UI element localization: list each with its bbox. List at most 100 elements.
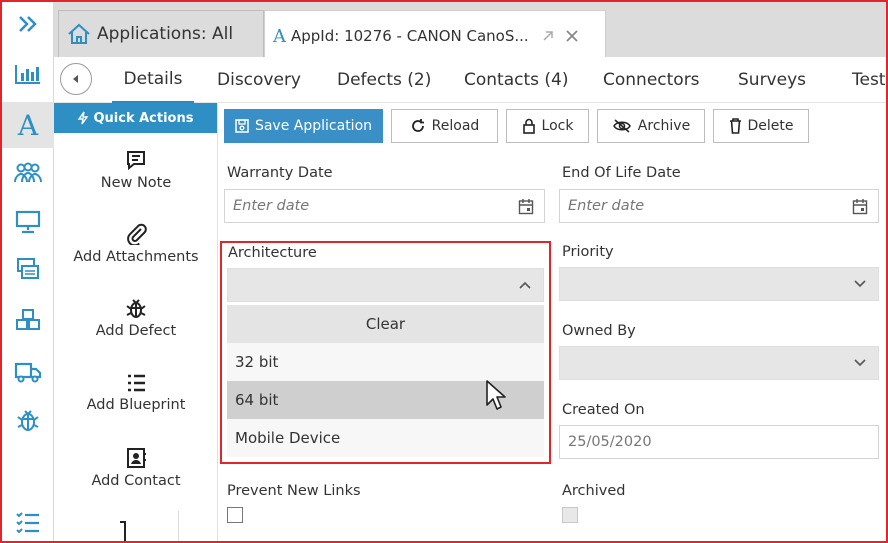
applications-icon[interactable]: A [2,102,54,148]
quick-actions-panel: Quick Actions New Note Add Attachments A… [54,103,218,541]
back-button[interactable] [60,63,92,95]
popout-icon[interactable] [541,29,555,43]
owned-by-label: Owned By [562,323,636,339]
calendar-icon[interactable] [852,198,868,215]
contact-icon [54,447,218,469]
paperclip-icon [54,223,218,245]
tab-discovery[interactable]: Discovery [217,57,301,103]
panel-divider [178,511,179,541]
tab-testing[interactable]: Testi [852,57,886,103]
checklist-icon[interactable] [2,502,54,541]
priority-select[interactable] [559,267,879,301]
delivery-truck-icon[interactable] [2,352,54,392]
eye-off-icon [612,119,631,133]
save-icon [235,119,249,133]
tab-applications-all[interactable]: Applications: All [58,10,264,57]
tab-connectors[interactable]: Connectors [603,57,700,103]
tab-defects[interactable]: Defects (2) [337,57,431,103]
prevent-new-links-checkbox[interactable] [227,507,243,523]
lock-button[interactable]: Lock [506,109,589,143]
add-blueprint-action[interactable]: Add Blueprint [54,373,218,413]
note-icon [54,149,218,171]
app-a-icon: A [273,25,286,47]
owned-by-select[interactable] [559,346,879,380]
delete-button[interactable]: Delete [713,109,809,143]
add-contact-action[interactable]: Add Contact [54,447,218,489]
lightning-icon [77,111,89,125]
quick-actions-title: Quick Actions [93,110,194,126]
reload-button[interactable]: Reload [391,109,498,143]
end-of-life-date-input[interactable]: Enter date [559,189,879,223]
quick-actions-header: Quick Actions [54,103,217,133]
list-icon [54,373,218,393]
packages-icon[interactable] [2,300,54,340]
reload-label: Reload [431,118,480,134]
back-arrow-icon [73,75,78,83]
detail-tab-strip: Details Discovery Defects (2) Contacts (… [54,57,886,103]
archive-button[interactable]: Archive [597,109,705,143]
save-label: Save Application [254,118,373,134]
architecture-select[interactable] [227,268,544,302]
lock-label: Lock [541,118,574,134]
archive-label: Archive [637,118,691,134]
delete-label: Delete [747,118,794,134]
architecture-label: Architecture [228,245,317,261]
left-nav-rail: A [2,2,54,541]
warranty-date-input[interactable]: Enter date [224,189,545,223]
clear-label: Clear [365,315,406,333]
warranty-date-label: Warranty Date [227,165,333,181]
trash-icon [729,118,741,134]
action-label: Add Contact [91,473,181,489]
clear-option[interactable]: Clear [227,305,544,343]
application-window: A Applications: All A AppId: 10276 - CAN… [0,0,888,543]
warranty-date-placeholder: Enter date [233,198,310,214]
archived-label: Archived [562,483,626,499]
prevent-new-links-label: Prevent New Links [227,483,361,499]
created-on-field: 25/05/2020 [559,425,879,459]
tab-app-10276[interactable]: A AppId: 10276 - CANON CanoS... [264,10,606,57]
option-32-bit[interactable]: 32 bit [227,343,544,381]
save-application-button[interactable]: Save Application [224,109,383,143]
tab-label: AppId: 10276 - CANON CanoS... [291,27,529,45]
chevron-down-icon [854,280,866,288]
mouse-cursor-icon [486,380,506,410]
reload-icon [411,119,424,132]
chevron-down-icon [854,359,866,367]
partial-action-icon [120,521,126,541]
document-tab-bar: Applications: All A AppId: 10276 - CANON… [54,2,886,57]
users-icon[interactable] [2,154,54,194]
bug-icon [54,297,218,319]
architecture-dropdown-highlight: Architecture Clear 32 bit 64 bit Mobile … [220,241,551,464]
action-label: Add Defect [95,323,177,339]
end-of-life-date-placeholder: Enter date [568,198,645,214]
bug-icon[interactable] [2,400,54,440]
option-mobile-device[interactable]: Mobile Device [227,419,544,457]
action-label: Add Attachments [73,249,199,265]
option-label: 64 bit [235,391,279,409]
priority-label: Priority [562,244,614,260]
servers-icon[interactable] [2,249,54,289]
new-note-action[interactable]: New Note [54,149,218,191]
expand-icon[interactable] [2,4,54,44]
chevron-up-icon [519,281,531,289]
desktop-icon[interactable] [2,202,54,242]
action-label: Add Blueprint [86,397,186,413]
reports-icon[interactable] [2,54,54,94]
end-of-life-date-label: End Of Life Date [562,165,681,181]
archived-checkbox [562,507,578,523]
option-label: Mobile Device [235,429,341,447]
tab-contacts[interactable]: Contacts (4) [464,57,568,103]
option-label: 32 bit [235,353,279,371]
close-tab-icon[interactable] [565,29,579,43]
tab-details[interactable]: Details [112,57,194,103]
home-icon [67,23,91,45]
calendar-icon[interactable] [518,198,534,215]
tab-surveys[interactable]: Surveys [738,57,806,103]
action-label: New Note [100,175,172,191]
add-defect-action[interactable]: Add Defect [54,297,218,339]
lock-icon [522,118,535,134]
tab-label: Applications: All [97,24,234,44]
created-on-value: 25/05/2020 [568,434,652,450]
add-attachments-action[interactable]: Add Attachments [54,223,218,265]
created-on-label: Created On [562,402,645,418]
